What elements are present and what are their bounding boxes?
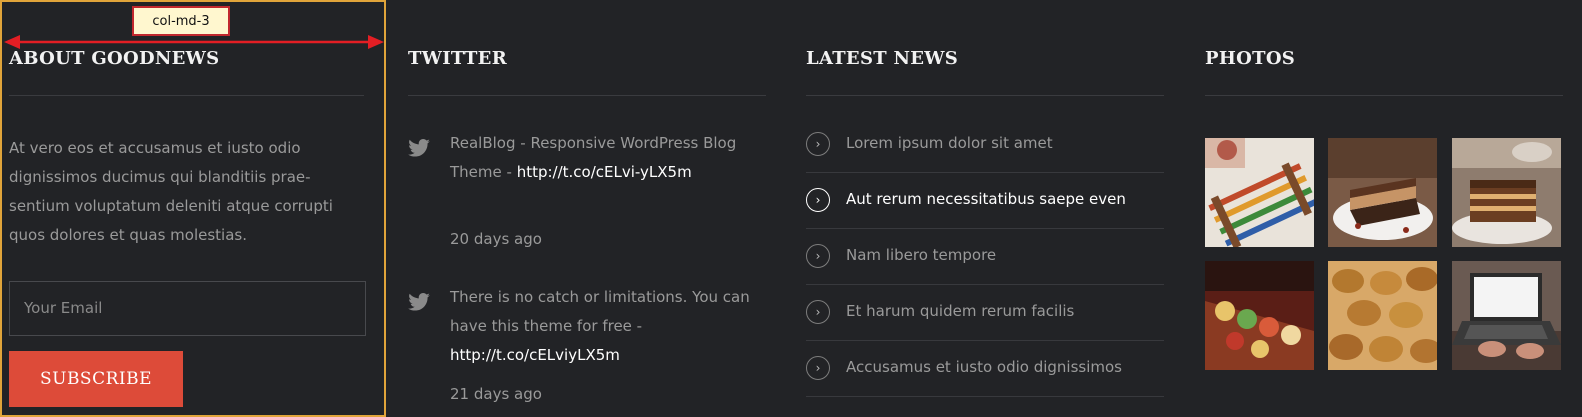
tweet-link[interactable]: http://t.co/cELviyLX5m	[450, 346, 620, 364]
email-input[interactable]: Your Email	[9, 281, 366, 336]
news-item[interactable]: › Lorem ipsum dolor sit amet	[806, 117, 1164, 173]
chevron-right-icon: ›	[806, 132, 830, 156]
news-link[interactable]: Nam libero tempore	[846, 246, 996, 264]
tweet-text: RealBlog - Responsive WordPress Blog The…	[450, 134, 737, 181]
twitter-heading: TWITTER	[408, 48, 507, 69]
photo-abacus-icon	[1205, 138, 1314, 247]
news-link[interactable]: Et harum quidem rerum facilis	[846, 302, 1074, 320]
news-item[interactable]: › Et harum quidem rerum facilis	[806, 285, 1164, 341]
photo-thumbnail[interactable]	[1328, 261, 1437, 370]
news-item[interactable]: › Aut rerum necessitatibus saepe even	[806, 173, 1164, 229]
photo-thumbnail[interactable]	[1452, 138, 1561, 247]
tweet-date: 21 days ago	[450, 385, 542, 403]
latest-news-heading: LATEST NEWS	[806, 48, 959, 69]
photos-heading: PHOTOS	[1205, 48, 1296, 69]
photo-thumbnail[interactable]	[1205, 261, 1314, 370]
photo-thumbnail[interactable]	[1452, 261, 1561, 370]
photo-thumbnail[interactable]	[1328, 138, 1437, 247]
about-column: ABOUT GOODNEWS At vero eos et accusamus …	[0, 0, 386, 417]
twitter-bird-icon	[408, 293, 430, 311]
column-class-label: col-md-3	[132, 6, 230, 36]
tweet-text: There is no catch or limitations. You ca…	[450, 288, 750, 364]
tweet-link[interactable]: http://t.co/cELvi-yLX5m	[517, 163, 692, 181]
twitter-divider	[408, 95, 766, 96]
photo-cake-icon	[1328, 138, 1437, 247]
news-link[interactable]: Aut rerum necessitatibus saepe even	[846, 190, 1126, 208]
news-item[interactable]: › Nam libero tempore	[806, 229, 1164, 285]
photo-canapes-icon	[1205, 261, 1314, 370]
chevron-right-icon: ›	[806, 188, 830, 212]
latest-news-divider	[806, 95, 1164, 96]
photo-thumbnail[interactable]	[1205, 138, 1314, 247]
twitter-column: TWITTER RealBlog - Responsive WordPress …	[408, 0, 766, 417]
news-link[interactable]: Accusamus et iusto odio dignissimos	[846, 358, 1122, 376]
photo-laptop-icon	[1452, 261, 1561, 370]
about-divider	[9, 95, 364, 96]
news-link[interactable]: Lorem ipsum dolor sit amet	[846, 134, 1053, 152]
about-text: At vero eos et accusamus et iusto odio d…	[9, 139, 333, 244]
photo-pastries-icon	[1328, 261, 1437, 370]
latest-news-column: LATEST NEWS › Lorem ipsum dolor sit amet…	[806, 0, 1164, 417]
photos-column: PHOTOS	[1205, 0, 1563, 417]
subscribe-button[interactable]: SUBSCRIBE	[9, 351, 183, 407]
chevron-right-icon: ›	[806, 356, 830, 380]
chevron-right-icon: ›	[806, 300, 830, 324]
chevron-right-icon: ›	[806, 244, 830, 268]
news-item[interactable]: › Accusamus et iusto odio dignissimos	[806, 341, 1164, 397]
twitter-bird-icon	[408, 139, 430, 157]
photo-layered-cake-icon	[1452, 138, 1561, 247]
tweet-date: 20 days ago	[450, 230, 542, 248]
photos-divider	[1205, 95, 1563, 96]
